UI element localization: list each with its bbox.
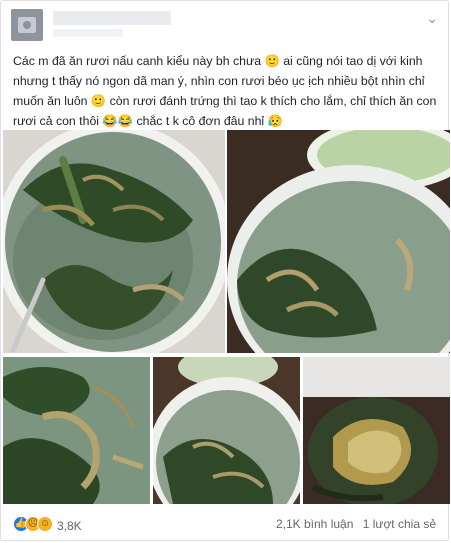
photo-4[interactable]: [153, 357, 300, 504]
author-name-redacted[interactable]: [53, 11, 171, 25]
photo-3[interactable]: [3, 357, 150, 504]
feed-post: ⌄ Các m đã ăn rươi nấu canh kiểu này bh …: [0, 0, 450, 541]
post-meta-redacted: [53, 29, 123, 37]
photo-1[interactable]: [3, 130, 225, 353]
photo-5[interactable]: [303, 357, 450, 504]
photo-grid: [1, 130, 450, 504]
default-avatar-icon: [18, 17, 36, 33]
post-caption: Các m đã ăn rươi nấu canh kiểu này bh ch…: [13, 54, 437, 128]
avatar[interactable]: [11, 9, 43, 41]
post-header: ⌄: [11, 9, 438, 43]
reaction-count: 3,8K: [57, 519, 82, 533]
haha-icon: ☺: [37, 516, 53, 532]
chevron-down-icon[interactable]: ⌄: [426, 11, 438, 25]
post-footer: 👍 ☹ ☺ 3,8K 2,1K bình luận 1 lượt chia sẻ: [13, 514, 436, 534]
photo-2[interactable]: [227, 130, 450, 353]
share-count-link[interactable]: 1 lượt chia sẻ: [363, 517, 436, 531]
comment-count-link[interactable]: 2,1K bình luận: [276, 517, 353, 531]
engagement-stats: 2,1K bình luận 1 lượt chia sẻ: [270, 517, 436, 531]
